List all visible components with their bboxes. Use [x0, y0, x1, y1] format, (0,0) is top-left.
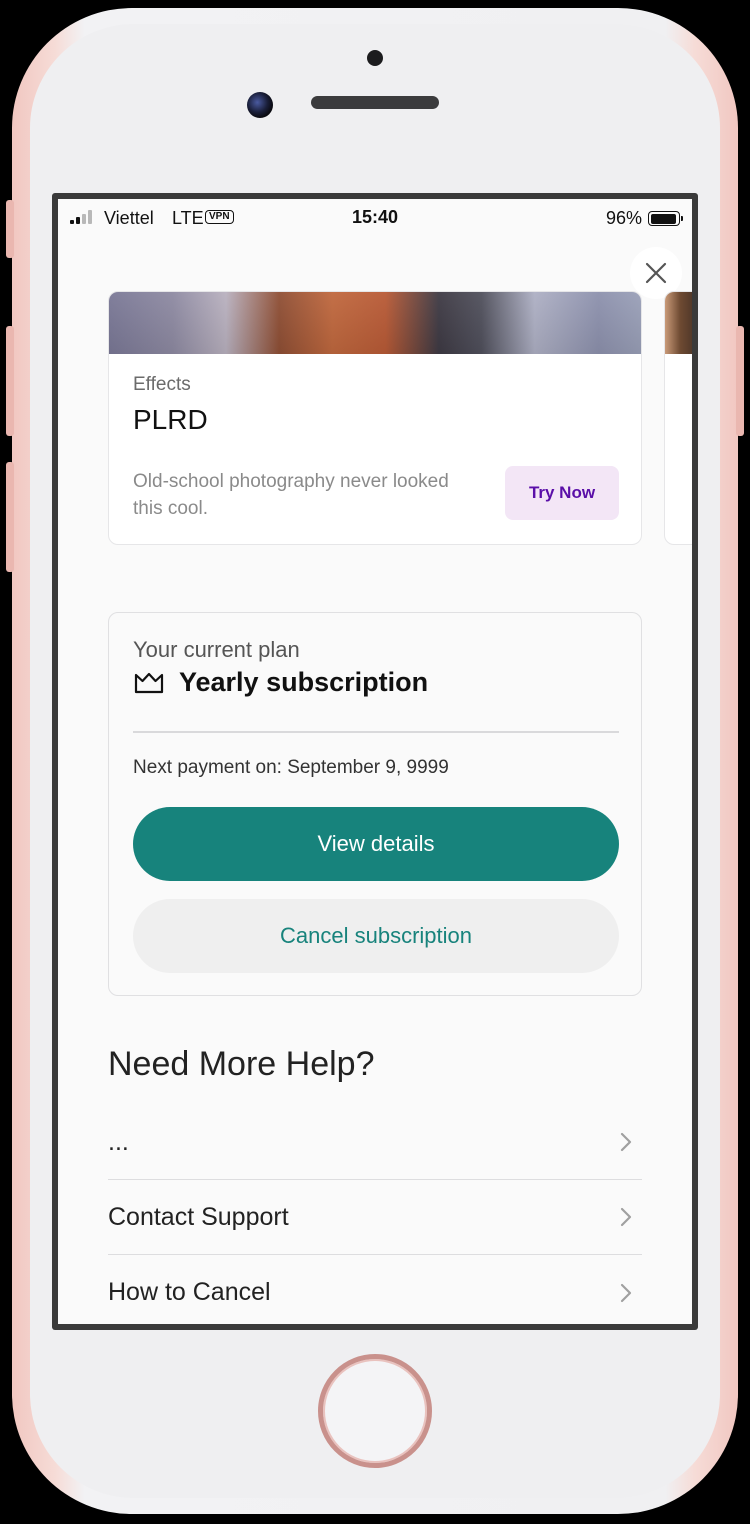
- earpiece-speaker: [311, 96, 439, 109]
- view-details-button[interactable]: View details: [133, 807, 619, 881]
- crown-icon: [134, 672, 164, 693]
- volume-up-button: [6, 326, 14, 436]
- help-item-label: ...: [108, 1127, 129, 1156]
- help-item[interactable]: ...: [108, 1105, 642, 1180]
- feature-card[interactable]: Effects PLRD Old-school photography neve…: [108, 291, 642, 545]
- mute-switch: [6, 200, 14, 258]
- chevron-right-icon: [620, 1132, 632, 1152]
- chevron-right-icon: [620, 1207, 632, 1227]
- status-bar: Viettel LTE VPN 15:40 96%: [58, 199, 692, 239]
- next-feature-card[interactable]: [664, 291, 692, 545]
- battery-percentage: 96%: [605, 208, 642, 228]
- plan-title-row: Yearly subscription: [133, 667, 428, 698]
- plan-title: Yearly subscription: [179, 667, 429, 697]
- close-icon: [645, 262, 667, 284]
- chevron-right-icon: [620, 1283, 632, 1302]
- try-now-button[interactable]: Try Now: [505, 466, 619, 520]
- feature-name: PLRD: [133, 404, 208, 435]
- help-item-label: How to Cancel: [108, 1278, 271, 1306]
- volume-down-button: [6, 462, 14, 572]
- battery-icon: [648, 211, 683, 226]
- plan-divider: [133, 731, 619, 733]
- help-heading: Need More Help?: [108, 1045, 375, 1083]
- feature-description: Old-school photography never looked this…: [133, 471, 449, 519]
- help-item-contact-support[interactable]: Contact Support: [108, 1180, 642, 1255]
- feature-category: Effects: [133, 374, 191, 395]
- status-time: 15:40: [351, 207, 399, 227]
- cancel-subscription-button[interactable]: Cancel subscription: [133, 899, 619, 973]
- home-button[interactable]: [318, 1354, 432, 1468]
- screen-bezel: Viettel LTE VPN 15:40 96% Effects PLRD O…: [52, 193, 698, 1330]
- screen: Viettel LTE VPN 15:40 96% Effects PLRD O…: [58, 199, 692, 1324]
- next-payment-text: Next payment on: September 9, 9999: [133, 757, 449, 778]
- help-item-label: Contact Support: [108, 1202, 289, 1231]
- help-item-how-to-cancel[interactable]: How to Cancel: [108, 1255, 642, 1324]
- next-feature-image: [665, 292, 692, 354]
- power-button: [736, 326, 744, 436]
- front-camera: [247, 92, 273, 118]
- feature-image: [109, 292, 641, 354]
- proximity-sensor: [367, 50, 383, 66]
- current-plan-card: Your current plan Yearly subscription Ne…: [108, 612, 642, 996]
- plan-caption: Your current plan: [133, 637, 300, 662]
